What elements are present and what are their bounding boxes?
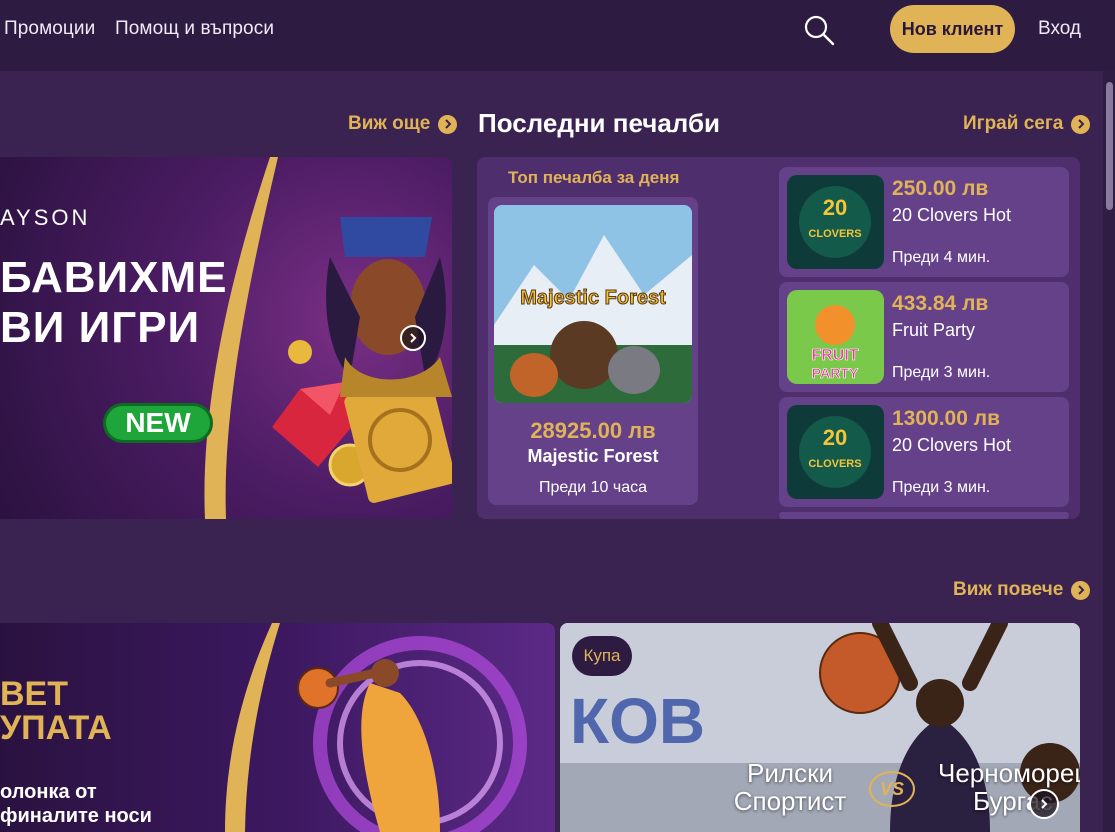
win-list-item[interactable]: 20 CLOVERS 1300.00 лв 20 Clovers Hot Пред…: [779, 397, 1069, 507]
nav-help[interactable]: Помощ и въпроси: [115, 18, 274, 40]
top-win-label: Топ печалба за деня: [508, 168, 680, 187]
win-time: Преди 3 мин.: [892, 479, 991, 496]
win-game: 20 Clovers Hot: [892, 435, 1012, 455]
top-win-game: Majestic Forest: [527, 446, 659, 466]
match-carousel-next-button[interactable]: [1029, 789, 1059, 819]
vs-badge: VS: [869, 771, 915, 807]
win-list-item-partial: [779, 512, 1069, 519]
win-game: Fruit Party: [892, 320, 976, 340]
top-win-thumbnail[interactable]: Majestic Forest: [494, 205, 692, 403]
sports-promo-banner[interactable]: BET УПАТА олонка от финалите носи: [0, 623, 555, 832]
promo-headline-1: БАВИХМЕ: [0, 253, 228, 302]
thumbnail-title: Majestic Forest: [520, 287, 666, 309]
nav-promotions[interactable]: Промоции: [4, 18, 95, 40]
sports-subtext-1: олонка от: [0, 781, 97, 803]
chevron-right-icon: [1071, 114, 1091, 134]
win-list-item[interactable]: 20 CLOVERS 250.00 лв 20 Clovers Hot Преди…: [779, 167, 1069, 277]
cup-badge: Купа: [572, 636, 632, 676]
search-icon[interactable]: [802, 13, 836, 47]
game-thumbnail-fruit-party: FRUIT PARTY: [787, 290, 884, 384]
game-thumbnail-clovers: 20 CLOVERS: [787, 175, 884, 269]
sports-subtext-2: финалите носи: [0, 805, 152, 827]
match-card[interactable]: КОВ Рилски Спортист Черноморец Бургас: [560, 623, 1080, 832]
sports-see-more-label: Виж повече: [953, 579, 1064, 600]
play-now-label: Играй сега: [963, 113, 1064, 134]
promo-banner[interactable]: AYSON БАВИХМЕ ВИ ИГРИ: [0, 157, 452, 519]
promo-see-more-link[interactable]: Виж още: [348, 113, 458, 135]
team-home-line2: Спортист: [733, 786, 847, 816]
svg-text:20: 20: [823, 195, 847, 220]
chevron-right-icon: [1041, 799, 1048, 809]
game-thumbnail-clovers: 20 CLOVERS: [787, 405, 884, 499]
svg-text:PARTY: PARTY: [812, 365, 859, 381]
win-amount: 433.84 лв: [892, 292, 989, 315]
new-badge: NEW: [103, 403, 213, 443]
win-time: Преди 4 мин.: [892, 249, 991, 266]
chevron-right-icon: [1071, 580, 1091, 600]
carousel-next-button[interactable]: [400, 325, 426, 351]
svg-text:FRUIT: FRUIT: [811, 347, 858, 364]
svg-text:CLOVERS: CLOVERS: [808, 228, 861, 240]
win-list-item[interactable]: FRUIT PARTY 433.84 лв Fruit Party Преди 3…: [779, 282, 1069, 392]
sports-see-more-link[interactable]: Виж повече: [953, 579, 1091, 601]
top-win-time: Преди 10 часа: [538, 479, 648, 496]
win-game: 20 Clovers Hot: [892, 205, 1012, 225]
play-now-link[interactable]: Играй сега: [963, 113, 1091, 135]
register-button[interactable]: Нов клиент: [890, 5, 1015, 53]
chevron-right-icon: [410, 333, 417, 343]
promo-see-more-label: Виж още: [348, 113, 431, 134]
sports-headline-2: УПАТА: [0, 709, 112, 747]
win-amount: 250.00 лв: [892, 177, 989, 200]
chevron-right-icon: [438, 114, 458, 134]
login-link[interactable]: Вход: [1038, 18, 1081, 40]
team-away-line1: Черноморец: [938, 758, 1080, 788]
promo-brand: AYSON: [0, 205, 91, 230]
latest-winnings-title: Последни печалби: [478, 108, 721, 138]
team-home: Рилски Спортист: [720, 759, 860, 815]
promo-headline-2: ВИ ИГРИ: [0, 303, 201, 352]
scrollbar-thumb[interactable]: [1106, 82, 1113, 210]
top-win-amount: 28925.00 лв: [530, 418, 656, 443]
win-amount: 1300.00 лв: [892, 407, 1000, 430]
svg-text:CLOVERS: CLOVERS: [808, 458, 861, 470]
wall-lettering: КОВ: [570, 685, 705, 757]
svg-text:20: 20: [823, 425, 847, 450]
team-home-line1: Рилски: [747, 758, 833, 788]
win-time: Преди 3 мин.: [892, 364, 991, 381]
